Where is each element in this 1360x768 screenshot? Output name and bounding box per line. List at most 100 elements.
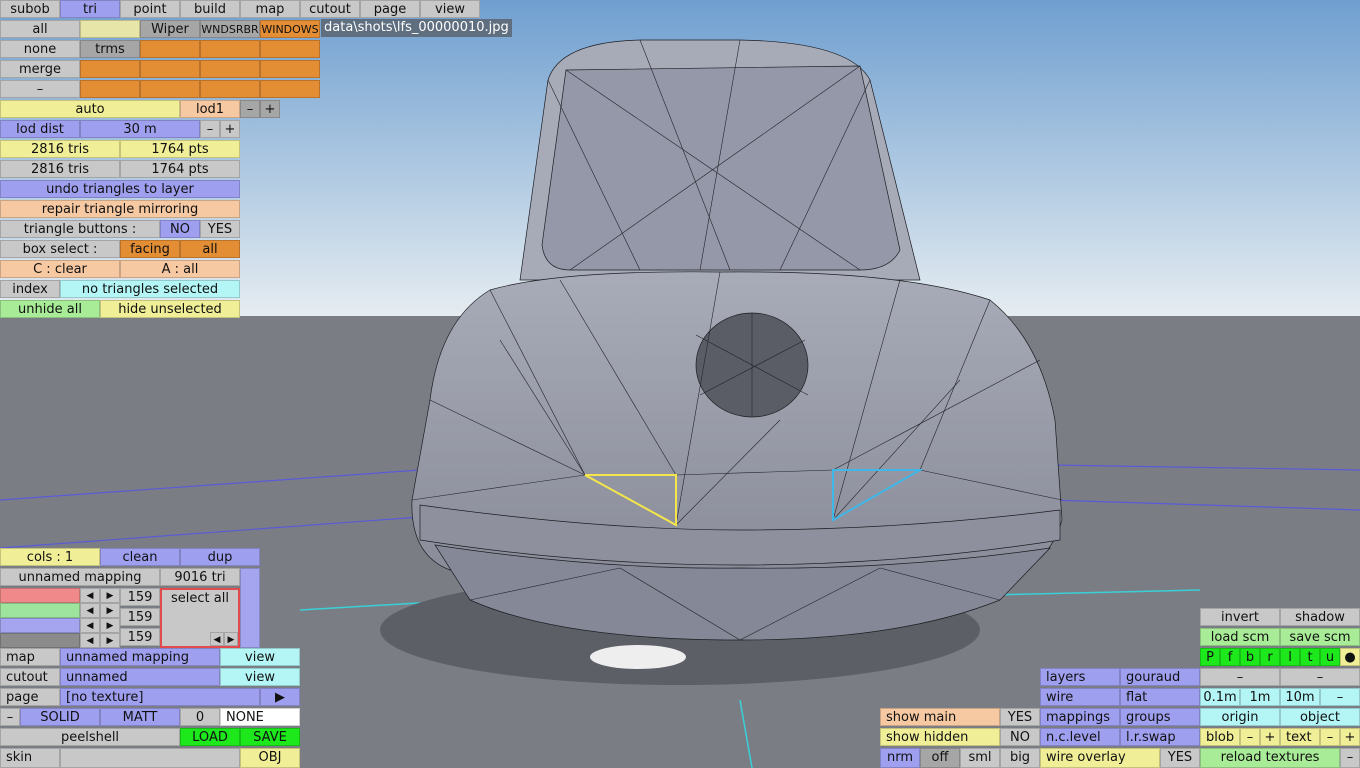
grid-10m-button[interactable]: 10m (1280, 688, 1320, 706)
off-button[interactable]: off (920, 748, 960, 768)
lod-dist-plus-button[interactable]: + (220, 120, 240, 138)
show-hidden-label[interactable]: show hidden (880, 728, 1000, 746)
red-right-arrow[interactable]: ▶ (100, 588, 120, 603)
select-all-button[interactable]: all (0, 20, 80, 38)
merge-button[interactable]: merge (0, 60, 80, 78)
lod-minus-button[interactable]: – (240, 100, 260, 118)
dash-button[interactable]: – (1200, 668, 1280, 686)
clean-button[interactable]: clean (100, 548, 180, 566)
matt-button[interactable]: MATT (100, 708, 180, 726)
sml-button[interactable]: sml (960, 748, 1000, 768)
blob-plus-button[interactable]: + (1260, 728, 1280, 746)
layer-slot[interactable] (200, 40, 260, 58)
tab-page[interactable]: page (360, 0, 420, 18)
layer-wndsrbr[interactable]: WNDSRBR (200, 20, 260, 38)
lr-swap-button[interactable]: l.r.swap (1120, 728, 1200, 746)
flat-button[interactable]: flat (1120, 688, 1200, 706)
layer-slot[interactable] (80, 80, 140, 98)
undo-triangles-button[interactable]: undo triangles to layer (0, 180, 240, 198)
blue-right-arrow[interactable]: ▶ (100, 618, 120, 633)
show-hidden-value[interactable]: NO (1000, 728, 1040, 746)
map-view-button[interactable]: view (220, 648, 300, 666)
page-play-icon[interactable]: ▶ (260, 688, 300, 706)
grid-minus-button[interactable]: – (1320, 688, 1360, 706)
shadow-button[interactable]: shadow (1280, 608, 1360, 626)
preview-left-arrow[interactable]: ◀ (210, 632, 224, 646)
invert-button[interactable]: invert (1200, 608, 1280, 626)
map-value[interactable]: unnamed mapping (60, 648, 220, 666)
flag-l[interactable]: l (1280, 648, 1300, 666)
alpha-right-arrow[interactable]: ▶ (100, 633, 120, 648)
clear-selection-button[interactable]: C : clear (0, 260, 120, 278)
flag-b[interactable]: b (1240, 648, 1260, 666)
mappings-button[interactable]: mappings (1040, 708, 1120, 726)
triangle-buttons-no[interactable]: NO (160, 220, 200, 238)
unhide-all-button[interactable]: unhide all (0, 300, 100, 318)
layer-slot[interactable] (260, 60, 320, 78)
layer-trms[interactable]: trms (80, 40, 140, 58)
flag-p[interactable]: P (1200, 648, 1220, 666)
alpha-left-arrow[interactable]: ◀ (80, 633, 100, 648)
page-value[interactable]: [no texture] (60, 688, 260, 706)
red-slider[interactable] (0, 588, 80, 603)
groups-button[interactable]: groups (1120, 708, 1200, 726)
lod-plus-button[interactable]: + (260, 100, 280, 118)
layer-slot[interactable] (80, 60, 140, 78)
dash-button-2[interactable]: – (1280, 668, 1360, 686)
layer-slot[interactable] (140, 60, 200, 78)
grid-0-1m-button[interactable]: 0.1m (1200, 688, 1240, 706)
layer-slot[interactable] (140, 40, 200, 58)
green-right-arrow[interactable]: ▶ (100, 603, 120, 618)
layer-slot-empty[interactable] (80, 20, 140, 38)
blue-left-arrow[interactable]: ◀ (80, 618, 100, 633)
show-main-label[interactable]: show main (880, 708, 1000, 726)
text-plus-button[interactable]: + (1340, 728, 1360, 746)
mapping-name[interactable]: unnamed mapping (0, 568, 160, 586)
none-field[interactable]: NONE (220, 708, 300, 726)
text-minus-button[interactable]: – (1320, 728, 1340, 746)
nrm-button[interactable]: nrm (880, 748, 920, 768)
origin-button[interactable]: origin (1200, 708, 1280, 726)
box-select-facing[interactable]: facing (120, 240, 180, 258)
gouraud-button[interactable]: gouraud (1120, 668, 1200, 686)
layer-wiper[interactable]: Wiper (140, 20, 200, 38)
mapping-scrollbar[interactable] (240, 568, 260, 648)
big-button[interactable]: big (1000, 748, 1040, 768)
layer-slot[interactable] (200, 60, 260, 78)
tab-point[interactable]: point (120, 0, 180, 18)
box-select-all[interactable]: all (180, 240, 240, 258)
grid-1m-button[interactable]: 1m (1240, 688, 1280, 706)
save-scm-button[interactable]: save scm (1280, 628, 1360, 646)
layer-windows[interactable]: WINDOWS (260, 20, 320, 38)
tab-map[interactable]: map (240, 0, 300, 18)
flag-r[interactable]: r (1260, 648, 1280, 666)
tab-subob[interactable]: subob (0, 0, 60, 18)
show-main-value[interactable]: YES (1000, 708, 1040, 726)
layer-slot[interactable] (260, 40, 320, 58)
lod-level-button[interactable]: lod1 (180, 100, 240, 118)
hide-unselected-button[interactable]: hide unselected (100, 300, 240, 318)
flag-f[interactable]: f (1220, 648, 1240, 666)
skin-field[interactable] (60, 748, 240, 768)
tab-tri[interactable]: tri (60, 0, 120, 18)
save-button[interactable]: SAVE (240, 728, 300, 746)
select-none-button[interactable]: none (0, 40, 80, 58)
layer-slot[interactable] (260, 80, 320, 98)
peelshell-button[interactable]: peelshell (0, 728, 180, 746)
layer-slot[interactable] (200, 80, 260, 98)
obj-button[interactable]: OBJ (240, 748, 300, 768)
tab-build[interactable]: build (180, 0, 240, 18)
reload-minus-button[interactable]: – (1340, 748, 1360, 768)
wire-overlay-value[interactable]: YES (1160, 748, 1200, 768)
preview-right-arrow[interactable]: ▶ (224, 632, 238, 646)
layer-minus-button[interactable]: – (0, 80, 80, 98)
tab-cutout[interactable]: cutout (300, 0, 360, 18)
object-button[interactable]: object (1280, 708, 1360, 726)
cols-button[interactable]: cols : 1 (0, 548, 100, 566)
green-slider[interactable] (0, 603, 80, 618)
red-left-arrow[interactable]: ◀ (80, 588, 100, 603)
layer-slot[interactable] (140, 80, 200, 98)
flag-t[interactable]: t (1300, 648, 1320, 666)
select-all-label[interactable]: select all (162, 590, 238, 608)
mode-minus-button[interactable]: – (0, 708, 20, 726)
